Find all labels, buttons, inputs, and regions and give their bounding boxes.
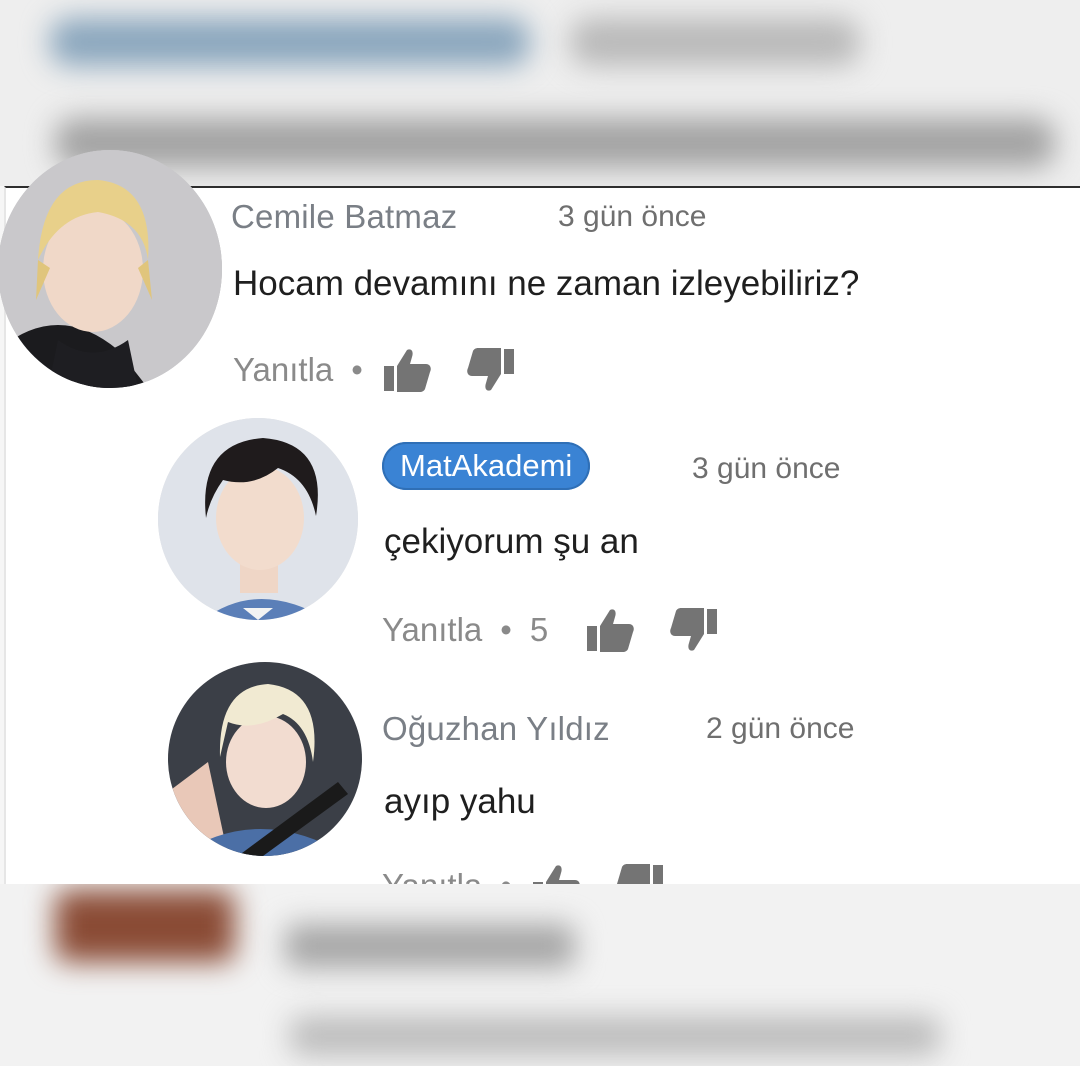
comment-reply-item: Oğuzhan Yıldız 2 gün önce ayıp yahu Yanı… <box>6 658 1080 886</box>
thumbs-down-icon[interactable] <box>465 346 517 394</box>
avatar[interactable] <box>158 418 358 620</box>
avatar[interactable] <box>168 662 362 856</box>
avatar[interactable] <box>0 150 222 388</box>
comment-actions: Yanıtla • 5 <box>382 608 720 652</box>
like-count: 5 <box>529 611 549 648</box>
comment-author[interactable]: Cemile Batmaz <box>231 198 457 236</box>
thumbs-down-icon[interactable] <box>614 862 666 886</box>
comment-author[interactable]: Oğuzhan Yıldız <box>382 710 610 748</box>
thumbs-down-icon[interactable] <box>668 606 720 654</box>
comment-timestamp: 2 gün önce <box>706 712 855 745</box>
creator-badge-author[interactable]: MatAkademi <box>382 442 591 490</box>
comment-text: Hocam devamını ne zaman izleyebiliriz? <box>233 264 860 303</box>
comment-actions: Yanıtla • <box>233 348 517 392</box>
thumbs-up-icon[interactable] <box>381 346 433 394</box>
comment-text: çekiyorum şu an <box>384 522 639 561</box>
blurred-previous-comment <box>0 0 1080 186</box>
reply-button[interactable]: Yanıtla <box>382 611 482 649</box>
thumbs-up-icon[interactable] <box>584 606 636 654</box>
separator-dot: • <box>351 351 363 388</box>
comment-actions: Yanıtla • <box>382 864 666 886</box>
thumbs-up-icon[interactable] <box>530 862 582 886</box>
reply-button[interactable]: Yanıtla <box>233 351 333 389</box>
blurred-next-comment <box>0 884 1080 1066</box>
separator-dot: • <box>500 611 512 648</box>
comment-timestamp: 3 gün önce <box>558 200 707 233</box>
comment-text: ayıp yahu <box>384 782 536 821</box>
comment-timestamp: 3 gün önce <box>692 452 841 485</box>
